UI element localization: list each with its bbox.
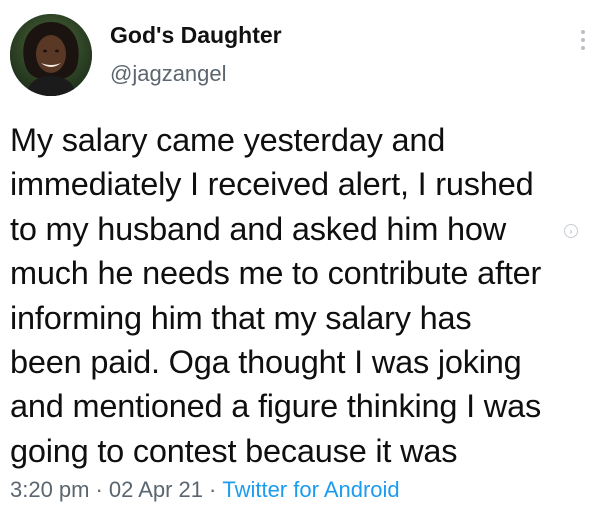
tweet-metadata: 3:20 pm · 02 Apr 21 · Twitter for Android [10,477,400,503]
more-options-button[interactable] [576,22,590,58]
scroll-indicator-icon[interactable]: › [564,224,578,238]
display-name[interactable]: God's Daughter [110,22,282,49]
tweet-source-link[interactable]: Twitter for Android [222,477,399,502]
avatar[interactable] [10,14,92,96]
tweet-date: 02 Apr 21 [108,477,204,502]
more-vertical-icon [581,46,585,50]
tweet-time: 3:20 pm [10,477,90,502]
profile-photo-icon [10,14,92,96]
more-vertical-icon [581,30,585,34]
more-vertical-icon [581,38,585,42]
separator: · [95,477,103,502]
tweet-text: My salary came yesterday and immediately… [10,122,542,469]
tweet-card: God's Daughter @jagzangel My salary came… [0,0,596,517]
separator: · [209,477,217,502]
user-handle[interactable]: @jagzangel [110,61,227,87]
